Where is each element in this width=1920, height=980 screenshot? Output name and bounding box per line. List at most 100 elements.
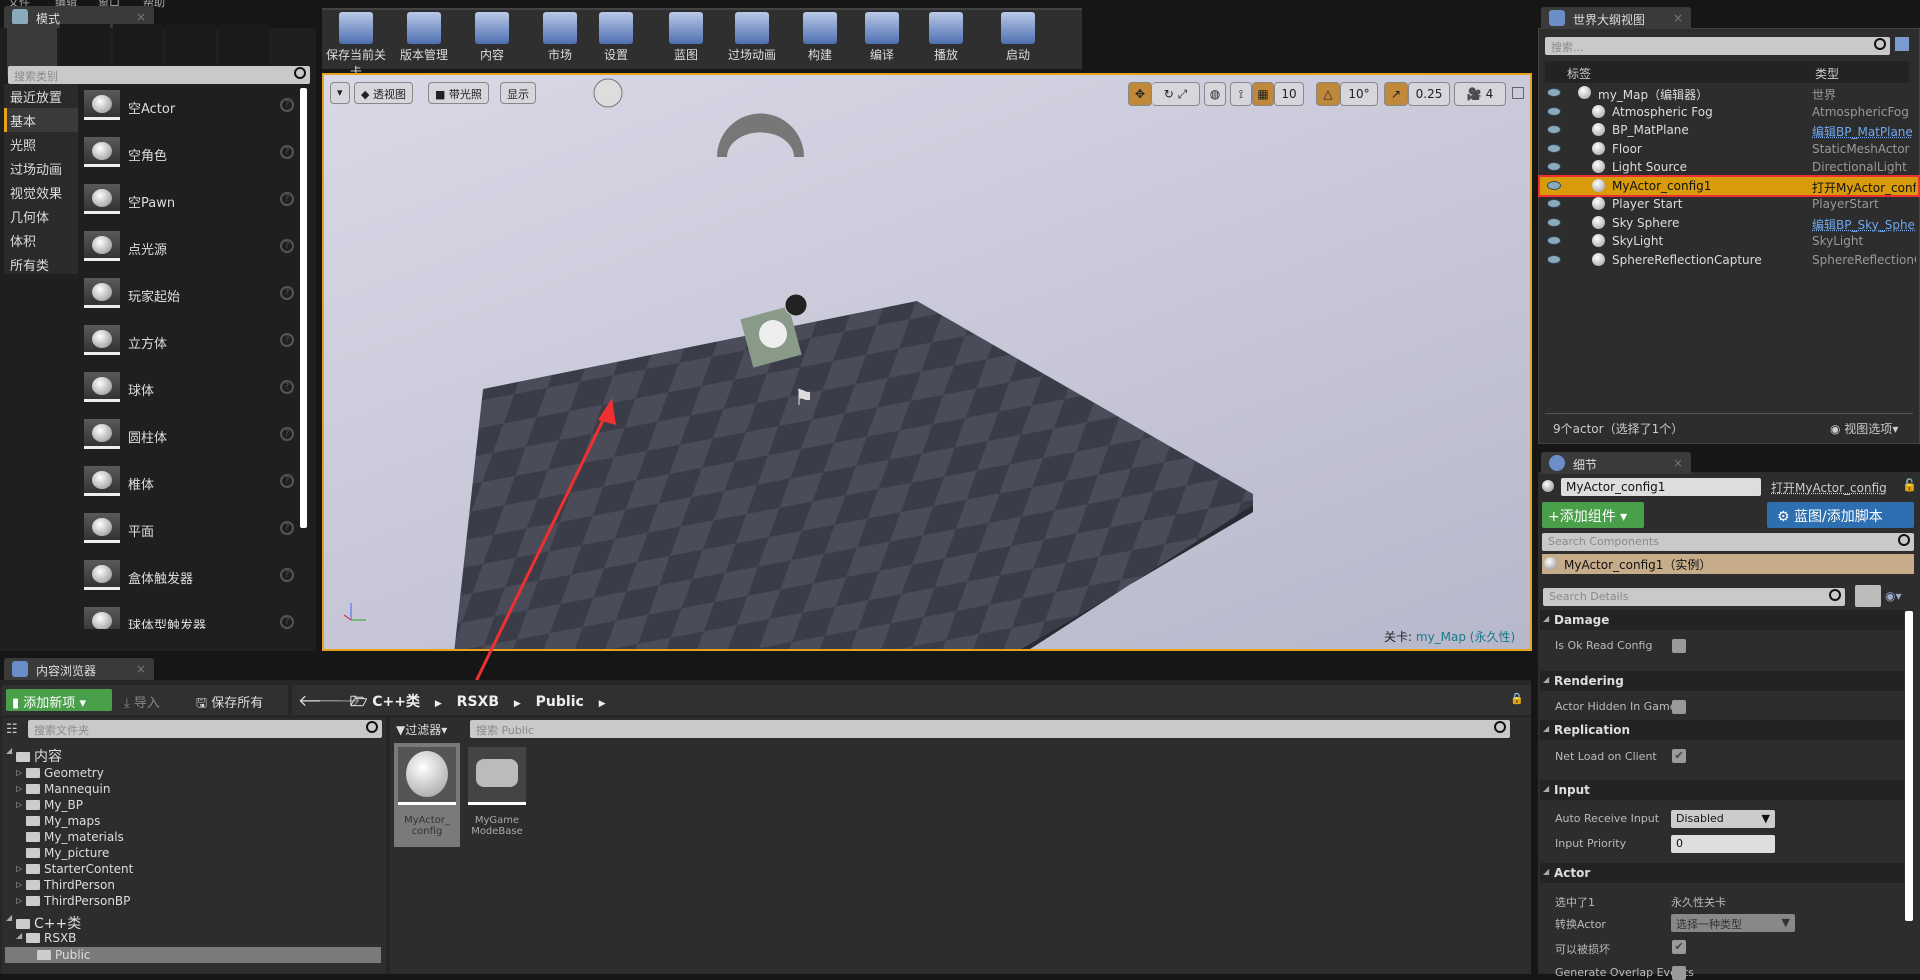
save-all-button[interactable]: 🖫 保存所有 bbox=[196, 692, 263, 716]
folder-item[interactable]: ▷ Mannequin bbox=[16, 782, 110, 796]
outliner-row[interactable]: BP_MatPlane 编辑BP_MatPlane bbox=[1540, 121, 1918, 139]
place-item[interactable]: 立方体? bbox=[84, 325, 294, 365]
place-item[interactable]: 椎体? bbox=[84, 466, 294, 506]
scale-snap-value[interactable]: 0.25 bbox=[1408, 82, 1450, 106]
place-item[interactable]: 空Actor? bbox=[84, 90, 294, 130]
toolbar-button[interactable]: 构建 bbox=[788, 8, 852, 68]
column-type[interactable]: 类型 bbox=[1815, 65, 1839, 82]
help-icon[interactable]: ? bbox=[280, 98, 294, 112]
grid-snap-toggle[interactable]: ▦ bbox=[1252, 82, 1274, 106]
help-icon[interactable]: ? bbox=[280, 568, 294, 582]
blueprint-add-script-button[interactable]: ⚙ 蓝图/添加脚本 bbox=[1767, 502, 1914, 528]
myactor-sphere[interactable] bbox=[759, 320, 787, 348]
help-icon[interactable]: ? bbox=[280, 521, 294, 535]
toolbar-button[interactable]: 保存当前关卡 bbox=[324, 8, 388, 79]
open-source-link[interactable]: 打开MyActor_config bbox=[1771, 479, 1887, 496]
checkbox-generate-overlap[interactable] bbox=[1672, 966, 1686, 980]
breadcrumb-rsxb[interactable]: RSXB bbox=[457, 694, 499, 710]
lock-icon[interactable]: 🔓 bbox=[1902, 478, 1917, 492]
maximize-viewport-icon[interactable] bbox=[1512, 87, 1524, 99]
tree-root-cpp[interactable]: ◢ C++类 bbox=[6, 913, 81, 933]
folder-item[interactable]: My_materials bbox=[16, 830, 124, 844]
checkbox-actor-hidden[interactable] bbox=[1672, 700, 1686, 714]
floor-mesh[interactable] bbox=[454, 301, 1253, 651]
visibility-eye-icon[interactable] bbox=[1547, 125, 1561, 134]
folder-item[interactable]: My_maps bbox=[16, 814, 100, 828]
close-icon[interactable]: × bbox=[1673, 11, 1683, 25]
translate-tool[interactable]: ✥ bbox=[1128, 82, 1152, 106]
place-item[interactable]: 平面? bbox=[84, 513, 294, 553]
input-priority-field[interactable]: 0 bbox=[1671, 835, 1775, 853]
outliner-row[interactable]: Floor StaticMeshActor bbox=[1540, 140, 1918, 158]
folder-search-input[interactable]: 搜索文件夹 bbox=[28, 720, 382, 738]
visibility-eye-icon[interactable] bbox=[1547, 143, 1561, 153]
outliner-row[interactable]: Player Start PlayerStart bbox=[1540, 195, 1918, 213]
section-replication[interactable]: Replication bbox=[1540, 720, 1904, 740]
content-browser-tab[interactable]: 内容浏览器 × bbox=[4, 658, 154, 680]
rotation-snap-value[interactable]: 10° bbox=[1340, 82, 1378, 106]
category-basic[interactable]: 基本 bbox=[10, 111, 36, 130]
outliner-tab[interactable]: 世界大纲视图 × bbox=[1541, 7, 1691, 29]
checkbox-is-ok-read-config[interactable] bbox=[1672, 639, 1686, 653]
details-scrollbar[interactable] bbox=[1905, 611, 1913, 921]
visibility-eye-icon[interactable] bbox=[1547, 180, 1561, 190]
rotation-snap-toggle[interactable]: △ bbox=[1316, 82, 1340, 106]
visibility-eye-icon[interactable] bbox=[1547, 217, 1561, 227]
asset-myactor-config[interactable]: MyActor_ config bbox=[394, 743, 460, 847]
filters-button[interactable]: ▼过滤器▾ bbox=[396, 721, 447, 738]
search-details-input[interactable]: Search Details bbox=[1543, 588, 1845, 606]
help-icon[interactable]: ? bbox=[280, 239, 294, 253]
rotate-scale-tools[interactable]: ↻ ⤢ bbox=[1152, 82, 1200, 106]
add-filter-icon[interactable] bbox=[1895, 37, 1909, 51]
toolbar-button[interactable]: 内容 bbox=[460, 8, 524, 68]
category-recent[interactable]: 最近放置 bbox=[10, 87, 62, 106]
show-button[interactable]: 显示 bbox=[500, 82, 536, 104]
category-cinematic[interactable]: 过场动画 bbox=[10, 159, 62, 178]
outliner-row[interactable]: Sky Sphere 编辑BP_Sky_Sphere bbox=[1540, 214, 1918, 232]
visibility-eye-icon[interactable] bbox=[1547, 162, 1561, 171]
view-options-button[interactable]: ◉ 视图选项▾ bbox=[1830, 420, 1898, 437]
scrollbar[interactable] bbox=[300, 88, 307, 528]
folder-item[interactable]: ▷ Geometry bbox=[16, 766, 104, 780]
close-icon[interactable]: × bbox=[136, 10, 146, 24]
lit-button[interactable]: ■ 带光照 bbox=[428, 82, 489, 104]
help-icon[interactable]: ? bbox=[280, 286, 294, 300]
viewport-options-button[interactable]: ▾ bbox=[330, 82, 350, 104]
tree-selected-public[interactable]: Public bbox=[5, 947, 381, 963]
place-item[interactable]: 空角色? bbox=[84, 137, 294, 177]
visibility-eye-icon[interactable] bbox=[1547, 106, 1561, 116]
folder-item[interactable]: ▷ ThirdPersonBP bbox=[16, 894, 130, 908]
category-lights[interactable]: 光照 bbox=[10, 135, 36, 154]
level-viewport[interactable]: ⚑ bbox=[322, 73, 1532, 651]
folder-item[interactable]: ▷ ThirdPerson bbox=[16, 878, 115, 892]
category-search-input[interactable]: 搜索类别 bbox=[8, 66, 310, 84]
help-icon[interactable]: ? bbox=[280, 615, 294, 629]
place-item[interactable]: 点光源? bbox=[84, 231, 294, 271]
help-icon[interactable]: ? bbox=[280, 474, 294, 488]
toolbar-button[interactable]: 过场动画 bbox=[720, 8, 784, 68]
category-visual-effects[interactable]: 视觉效果 bbox=[10, 183, 62, 202]
place-item[interactable]: 盒体触发器? bbox=[84, 560, 294, 600]
lock-icon[interactable]: 🔒 bbox=[1510, 692, 1524, 705]
scale-snap-toggle[interactable]: ↗ bbox=[1384, 82, 1408, 106]
toolbar-button[interactable]: 市场 bbox=[528, 8, 592, 68]
close-icon[interactable]: × bbox=[1673, 456, 1683, 470]
folder-item[interactable]: My_picture bbox=[16, 846, 109, 860]
category-geometry[interactable]: 几何体 bbox=[10, 207, 49, 226]
section-input[interactable]: Input bbox=[1540, 780, 1904, 800]
add-new-button[interactable]: ▮ 添加新项 ▾ bbox=[6, 689, 112, 711]
breadcrumb-public[interactable]: Public bbox=[536, 694, 584, 710]
category-all-classes[interactable]: 所有类 bbox=[10, 255, 49, 274]
outliner-row[interactable]: Atmospheric Fog AtmosphericFog bbox=[1540, 103, 1918, 121]
section-actor[interactable]: Actor bbox=[1540, 863, 1904, 883]
help-icon[interactable]: ? bbox=[280, 192, 294, 206]
help-icon[interactable]: ? bbox=[280, 333, 294, 347]
help-icon[interactable]: ? bbox=[280, 427, 294, 441]
place-item[interactable]: 空Pawn? bbox=[84, 184, 294, 224]
toolbar-button[interactable]: 启动 bbox=[986, 8, 1050, 68]
search-components-input[interactable]: Search Components bbox=[1542, 533, 1914, 551]
help-icon[interactable]: ? bbox=[280, 380, 294, 394]
toolbar-button[interactable]: 设置 bbox=[584, 8, 648, 68]
details-tab[interactable]: 细节 × bbox=[1541, 452, 1691, 474]
toolbar-button[interactable]: 蓝图 bbox=[654, 8, 718, 68]
